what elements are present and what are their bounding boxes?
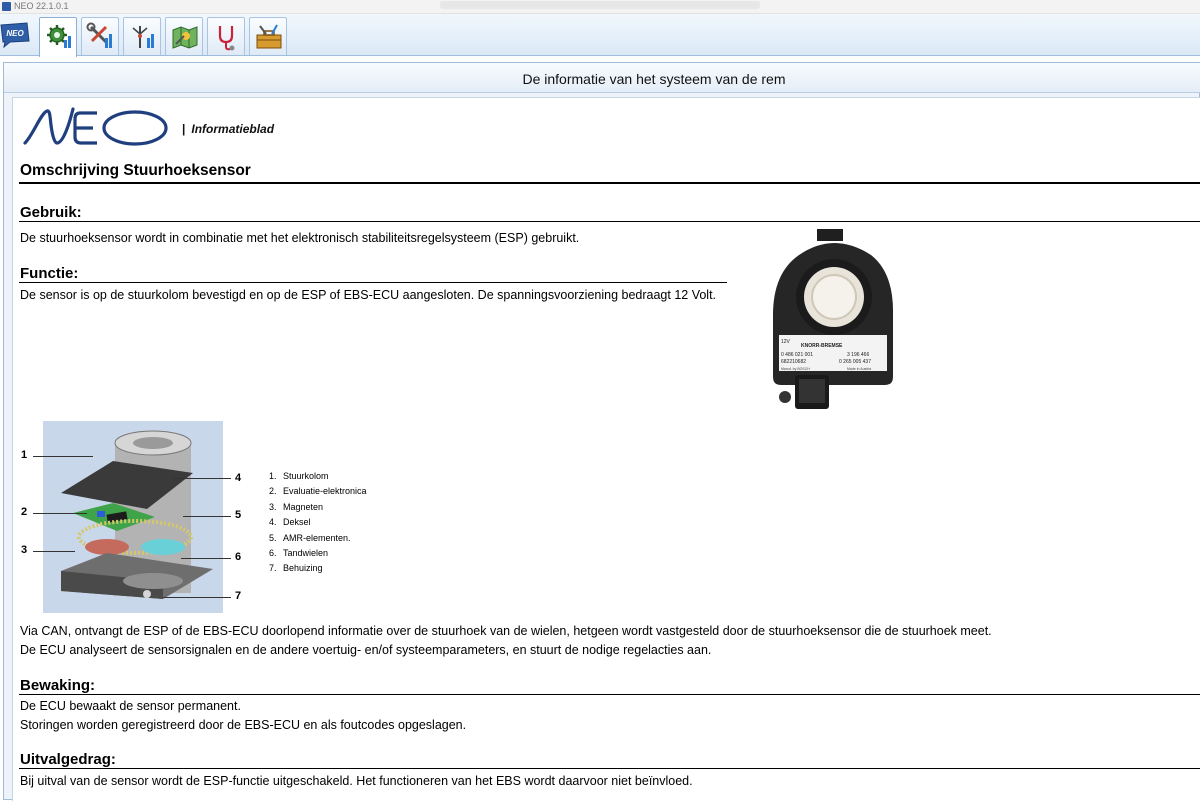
bewaking-text-2: Storingen worden geregistreerd door de E… [20,718,467,732]
callout-2: 2 [21,506,28,518]
section-rule-functie [19,282,727,283]
callout-7: 7 [235,590,242,602]
callout-1: 1 [21,449,28,461]
bewaking-text-1: De ECU bewaakt de sensor permanent. [20,699,241,713]
callout-5: 5 [235,509,242,521]
legend-item: 1. Stuurkolom [269,471,329,481]
callout-4: 4 [235,472,242,484]
neo-home-button[interactable]: NEO [0,21,30,49]
callout-line-6 [181,558,231,559]
main-toolbar: NEO [0,14,1200,57]
content-frame: De informatie van het systeem van de rem… [3,62,1200,801]
app-icon [2,2,11,11]
legend-item: 3. Magneten [269,501,324,512]
svg-text:3 196 466: 3 196 466 [847,352,869,358]
section-heading-functie: Functie: [20,265,79,282]
gear-tools-icon [47,25,71,48]
neo-logo [23,107,168,146]
svg-text:682210682: 682210682 [781,359,806,365]
functie-text-ecu: De ECU analyseert de sensorsignalen en d… [20,643,712,657]
functie-text-can: Via CAN, ontvangt de ESP of de EBS-ECU d… [20,624,992,638]
frame-header: De informatie van het systeem van de rem [4,63,1200,93]
section-heading-bewaking: Bewaking: [20,677,96,694]
window-title: NEO 22.1.0.1 [14,1,69,11]
document-type-label: | Informatieblad [182,122,274,136]
section-heading-uitvalgedrag: Uitvalgedrag: [20,751,116,768]
svg-text:0 486 021 001: 0 486 021 001 [781,352,813,358]
tab-diagnosis[interactable] [207,17,245,55]
callout-line-4 [173,478,231,479]
sensor-photo: 12V KNORR-BREMSE 0 486 021 001 3 196 466… [759,225,909,421]
uitvalgedrag-text: Bij uitval van de sensor wordt de ESP-fu… [20,774,693,788]
legend-item: 5. AMR-elementen. [269,532,351,543]
callout-6: 6 [235,551,242,563]
antenna-signal-icon [132,26,154,48]
frame-title: De informatie van het systeem van de rem [522,71,786,87]
section-rule-uitvalgedrag [19,768,1200,769]
brand-separator: | [182,122,186,136]
section-rule-bewaking [19,694,1200,695]
legend-item: 4. Deksel [269,517,311,528]
document-type-text: Informatieblad [191,122,275,136]
svg-text:Made in Austria: Made in Austria [847,367,871,371]
callout-line-1 [33,456,93,457]
legend-item: 2. Evaluatie-elektronica [269,486,367,497]
svg-text:Manuf. by BOSCH: Manuf. by BOSCH [781,367,810,371]
svg-text:NEO: NEO [6,29,24,38]
window-title-bar: NEO 22.1.0.1 [0,0,1200,14]
toolbox-icon [256,24,282,49]
legend-item: 7. Behuizing [269,563,323,574]
tab-signal-diagnostics[interactable] [123,17,161,55]
svg-text:12V: 12V [781,339,791,345]
tab-map-tools[interactable] [165,17,203,55]
gebruik-text: De stuurhoeksensor wordt in combinatie m… [20,231,580,245]
callout-3: 3 [21,544,28,556]
section-rule-gebruik [19,221,1200,222]
title-rule [19,182,1200,184]
functie-text: De sensor is op de stuurkolom bevestigd … [20,288,717,302]
callout-line-5 [183,516,231,517]
info-sheet-document: | Informatieblad Omschrijving Stuurhoekse… [12,97,1200,801]
callout-line-3 [33,551,75,552]
faded-title-text [440,1,760,9]
callout-line-2 [33,513,87,514]
sensor-exploded-diagram [43,421,223,613]
svg-text:KNORR-BREMSE: KNORR-BREMSE [801,343,843,349]
stethoscope-icon [218,26,235,51]
tab-system-info[interactable] [39,17,77,57]
diagram-legend: 1. Stuurkolom 2. Evaluatie-elektronica 3. M… [269,471,367,579]
callout-line-7 [163,597,231,598]
page-title: Omschrijving Stuurhoeksensor [20,162,251,179]
section-heading-gebruik: Gebruik: [20,204,82,221]
wrench-screwdriver-icon [86,22,112,48]
tab-repair-tools[interactable] [81,17,119,55]
svg-text:0 265 005 437: 0 265 005 437 [839,359,871,365]
tab-toolbox[interactable] [249,17,287,55]
map-tools-icon [172,26,198,49]
legend-item: 6. Tandwielen [269,547,329,558]
